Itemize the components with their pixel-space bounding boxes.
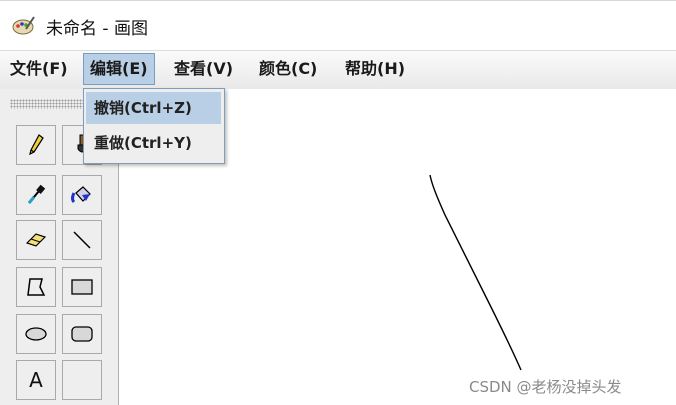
menu-help[interactable]: 帮助(H)	[339, 53, 411, 85]
menu-redo[interactable]: 重做(Ctrl+Y)	[86, 127, 221, 159]
polygon-tool[interactable]	[16, 267, 56, 307]
rounded-rectangle-icon	[69, 324, 95, 344]
menu-view[interactable]: 查看(V)	[168, 53, 239, 85]
eraser-icon	[24, 230, 48, 250]
menu-undo[interactable]: 撤销(Ctrl+Z)	[86, 92, 221, 124]
window-title: 未命名 - 画图	[46, 19, 148, 39]
line-icon	[70, 228, 94, 252]
ellipse-tool[interactable]	[16, 314, 56, 354]
polygon-icon	[24, 275, 48, 299]
title-bar: 未命名 - 画图	[0, 0, 676, 45]
line-tool[interactable]	[62, 220, 102, 260]
edit-menu-dropdown: 撤销(Ctrl+Z) 重做(Ctrl+Y)	[83, 88, 225, 164]
menu-edit[interactable]: 编辑(E)	[83, 53, 155, 85]
fill-bucket-icon	[70, 183, 94, 207]
rectangle-tool[interactable]	[62, 267, 102, 307]
pencil-tool[interactable]	[16, 125, 56, 165]
fill-bucket-tool[interactable]	[62, 175, 102, 215]
color-picker-tool[interactable]	[16, 175, 56, 215]
color-picker-icon	[25, 183, 47, 207]
menu-color[interactable]: 颜色(C)	[253, 53, 323, 85]
menu-file[interactable]: 文件(F)	[4, 53, 74, 85]
rectangle-icon	[69, 277, 95, 297]
watermark: CSDN @老杨没掉头发	[469, 378, 622, 396]
rounded-rectangle-tool[interactable]	[62, 314, 102, 354]
ellipse-icon	[23, 324, 49, 344]
text-tool[interactable]: A	[16, 360, 56, 400]
paint-palette-icon	[12, 15, 36, 39]
pencil-icon	[26, 133, 46, 157]
text-tool-icon: A	[29, 368, 43, 392]
empty-tool-slot	[62, 360, 102, 400]
eraser-tool[interactable]	[16, 220, 56, 260]
menu-bar: 文件(F) 编辑(E) 查看(V) 颜色(C) 帮助(H)	[0, 50, 676, 90]
toolbox-grip[interactable]	[10, 99, 86, 109]
